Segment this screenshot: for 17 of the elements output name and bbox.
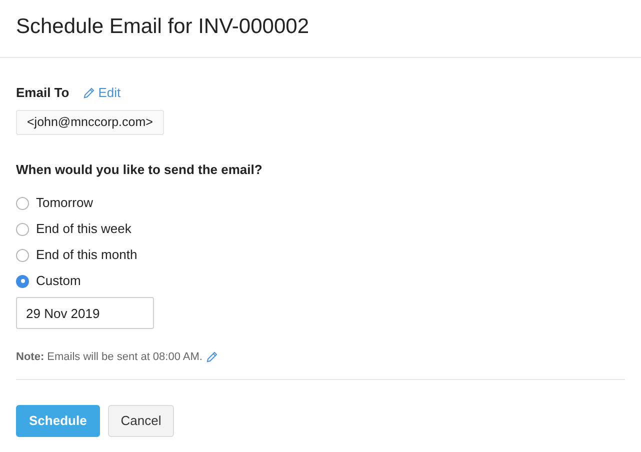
schedule-option[interactable]: Tomorrow	[16, 190, 625, 216]
schedule-option[interactable]: End of this week	[16, 216, 625, 242]
radio-button[interactable]	[16, 222, 29, 236]
email-to-label: Email To	[16, 84, 70, 102]
cancel-button[interactable]: Cancel	[108, 404, 174, 436]
schedule-question: When would you like to send the email?	[16, 161, 264, 179]
schedule-option[interactable]: Custom	[16, 268, 625, 294]
radio-button[interactable]	[16, 248, 29, 262]
radio-button[interactable]	[16, 196, 29, 210]
pencil-icon	[83, 87, 96, 99]
recipient-chip: <john@mnccorp.com>	[16, 110, 164, 135]
pencil-icon	[206, 351, 218, 364]
note-text: Note: Emails will be sent at 08:00 AM.	[16, 350, 202, 365]
dialog-title: Schedule Email for INV-000002	[16, 14, 310, 40]
schedule-option[interactable]: End of this month	[16, 242, 625, 268]
radio-button[interactable]	[16, 274, 29, 288]
date-field[interactable]: 29 Nov 2019	[16, 297, 154, 329]
